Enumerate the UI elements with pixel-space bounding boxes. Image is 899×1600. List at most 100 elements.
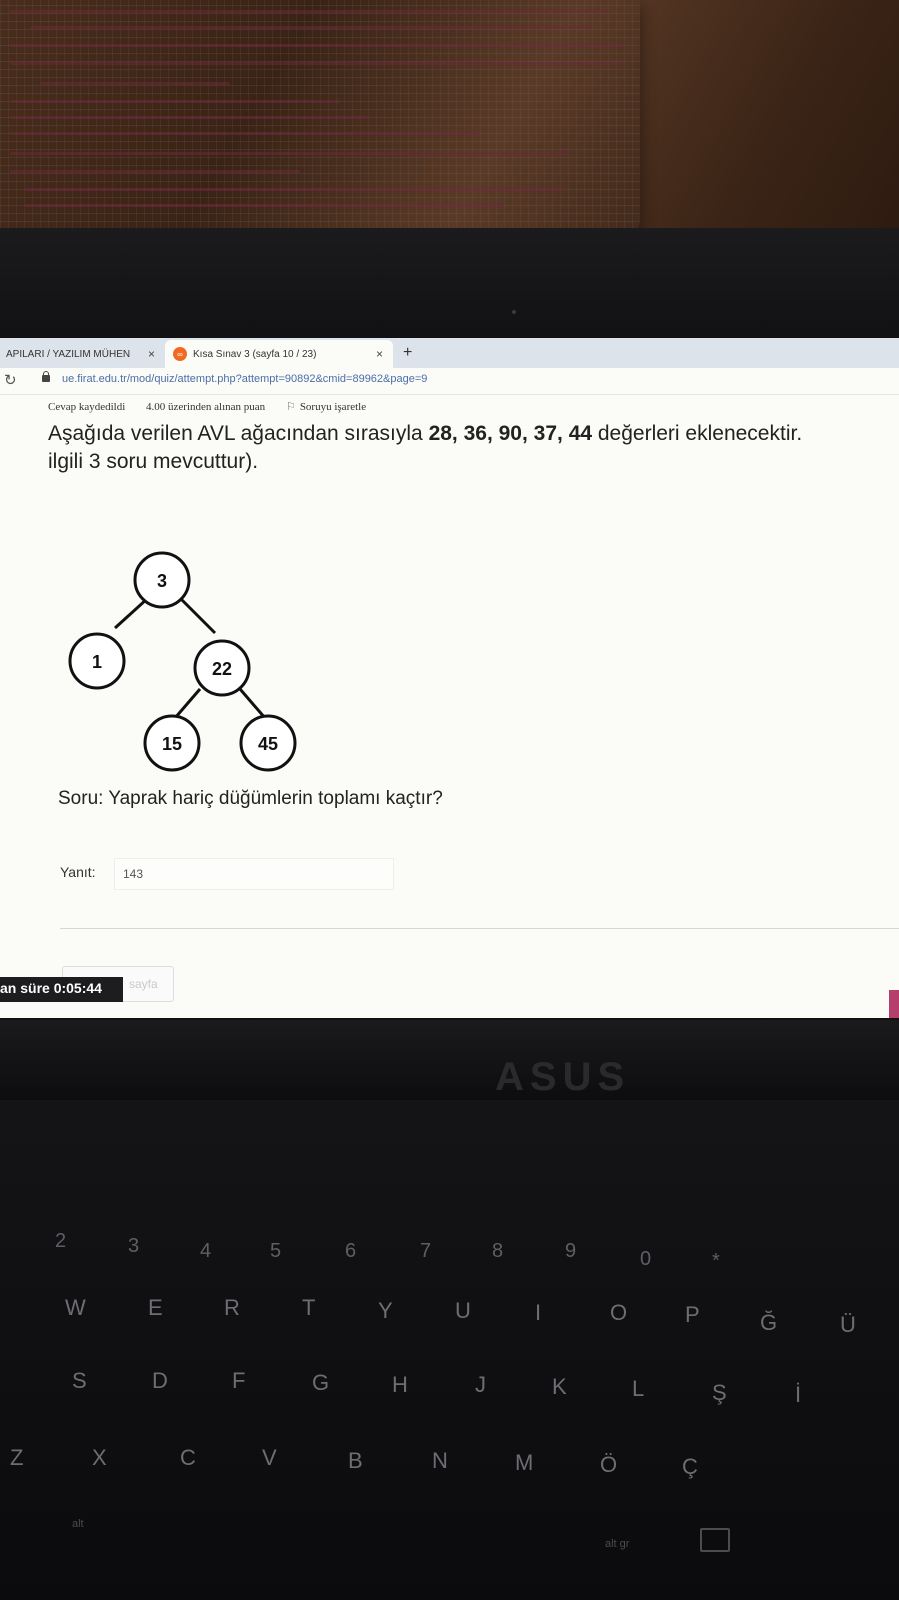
handwriting-line	[40, 82, 230, 85]
question-values: 28, 36, 90, 37, 44	[428, 422, 593, 445]
tab-label: Kısa Sınav 3 (sayfa 10 / 23)	[193, 348, 317, 360]
key[interactable]: 3	[128, 1235, 139, 1258]
quiz-timer: an süre 0:05:44	[0, 980, 102, 996]
key[interactable]: J	[475, 1372, 486, 1398]
tree-edge	[113, 596, 150, 630]
handwriting-line	[10, 44, 625, 47]
question-prefix: Aşağıda verilen AVL ağacından sırasıyla	[48, 422, 429, 445]
question-line2: ilgili 3 soru mevcuttur).	[48, 450, 259, 473]
handwriting-line	[10, 100, 340, 103]
key[interactable]: K	[552, 1374, 567, 1400]
browser-screen: APILARI / YAZILIM MÜHEN × ∞ Kısa Sınav 3…	[0, 338, 899, 1018]
tree-edge	[173, 688, 202, 719]
key[interactable]: F	[232, 1368, 245, 1394]
laptop-lower-bezel	[0, 1020, 899, 1100]
question-points: 4.00 üzerinden alınan puan	[146, 401, 266, 413]
tree-node-label: 3	[157, 571, 167, 591]
laptop-logo: ASUS	[495, 1055, 631, 1099]
handwriting-line	[10, 152, 570, 155]
key[interactable]: Ö	[600, 1452, 617, 1478]
key[interactable]: H	[392, 1372, 408, 1398]
new-tab-button[interactable]: +	[403, 344, 412, 362]
handwritten-note-paper	[0, 0, 640, 238]
question-text: Aşağıda verilen AVL ağacından sırasıyla …	[48, 420, 893, 476]
key[interactable]: 0	[640, 1248, 651, 1271]
key[interactable]: Z	[10, 1445, 23, 1471]
key[interactable]: R	[224, 1295, 240, 1321]
key[interactable]: L	[632, 1376, 644, 1402]
handwriting-line	[10, 10, 610, 13]
key[interactable]: Ç	[682, 1454, 698, 1480]
handwriting-line	[30, 26, 590, 29]
key[interactable]: *	[712, 1250, 720, 1273]
question-prompt: Soru: Yaprak hariç düğümlerin toplamı ka…	[58, 788, 443, 809]
key[interactable]: O	[610, 1300, 627, 1326]
key[interactable]: I	[535, 1300, 541, 1326]
key[interactable]: Ş	[712, 1380, 727, 1406]
tab-label: APILARI / YAZILIM MÜHEN	[6, 348, 131, 360]
handwriting-line	[10, 132, 480, 135]
flag-question-link[interactable]: Soruyu işaretle	[300, 401, 366, 413]
key[interactable]: P	[685, 1302, 700, 1328]
lock-icon	[42, 371, 50, 382]
question-suffix: değerleri eklenecektir.	[592, 422, 803, 445]
menu-key-icon[interactable]	[700, 1528, 730, 1552]
webcam	[512, 310, 516, 314]
key[interactable]: S	[72, 1368, 87, 1394]
tab-quiz[interactable]: ∞ Kısa Sınav 3 (sayfa 10 / 23) ×	[165, 340, 393, 368]
alt-gr-key[interactable]: alt gr	[605, 1538, 629, 1550]
laptop-keyboard: 2 3 4 5 6 7 8 9 0 * W E R T Y U I O P Ğ …	[0, 1100, 899, 1600]
key[interactable]: 7	[420, 1240, 431, 1263]
key[interactable]: B	[348, 1448, 363, 1474]
answer-label: Yanıt:	[60, 864, 96, 880]
url-text[interactable]: ue.firat.edu.tr/mod/quiz/attempt.php?att…	[62, 373, 427, 385]
tree-edge	[178, 596, 217, 635]
key[interactable]: İ	[795, 1382, 801, 1408]
tree-node-label: 1	[92, 652, 102, 672]
tree-edge	[238, 688, 267, 719]
close-icon[interactable]: ×	[148, 347, 155, 361]
key[interactable]: 9	[565, 1240, 576, 1263]
reload-icon[interactable]: ↻	[4, 371, 17, 389]
question-info: Cevap kaydedildi 4.00 üzerinden alınan p…	[48, 400, 384, 413]
side-tab-accent[interactable]	[889, 990, 899, 1018]
tab-bar: APILARI / YAZILIM MÜHEN × ∞ Kısa Sınav 3…	[0, 338, 899, 368]
close-icon[interactable]: ×	[376, 347, 383, 361]
key[interactable]: G	[312, 1370, 329, 1396]
handwriting-line	[10, 170, 300, 173]
handwriting-line	[24, 204, 504, 207]
answer-status: Cevap kaydedildi	[48, 401, 126, 413]
avl-tree-diagram: 3 1 22 15 45	[68, 551, 297, 772]
key[interactable]: N	[432, 1448, 448, 1474]
key[interactable]: 4	[200, 1240, 211, 1263]
key[interactable]: Ğ	[760, 1310, 777, 1336]
tree-node-label: 45	[258, 734, 278, 754]
key[interactable]: 5	[270, 1240, 281, 1263]
flag-icon[interactable]: ⚐	[286, 401, 296, 413]
key[interactable]: U	[455, 1298, 471, 1324]
answer-field[interactable]: 143	[114, 858, 394, 890]
key[interactable]: C	[180, 1445, 196, 1471]
key[interactable]: 2	[55, 1230, 66, 1253]
handwriting-line	[10, 116, 370, 119]
address-bar[interactable]: ↻ ue.firat.edu.tr/mod/quiz/attempt.php?a…	[0, 368, 899, 395]
moodle-icon: ∞	[173, 347, 187, 361]
key[interactable]: W	[65, 1295, 86, 1321]
handwriting-line	[10, 62, 620, 65]
key[interactable]: X	[92, 1445, 107, 1471]
key[interactable]: T	[302, 1295, 315, 1321]
laptop-top-bezel	[0, 228, 899, 340]
key[interactable]: Ü	[840, 1312, 856, 1338]
tab-course[interactable]: APILARI / YAZILIM MÜHEN ×	[0, 340, 165, 368]
key[interactable]: M	[515, 1450, 533, 1476]
handwriting-line	[24, 188, 564, 191]
key[interactable]: E	[148, 1295, 163, 1321]
tree-node-label: 22	[212, 659, 232, 679]
key[interactable]: 8	[492, 1240, 503, 1263]
key[interactable]: 6	[345, 1240, 356, 1263]
key[interactable]: Y	[378, 1298, 393, 1324]
key[interactable]: D	[152, 1368, 168, 1394]
key[interactable]: V	[262, 1445, 277, 1471]
divider	[60, 928, 899, 929]
alt-key[interactable]: alt	[72, 1518, 84, 1530]
